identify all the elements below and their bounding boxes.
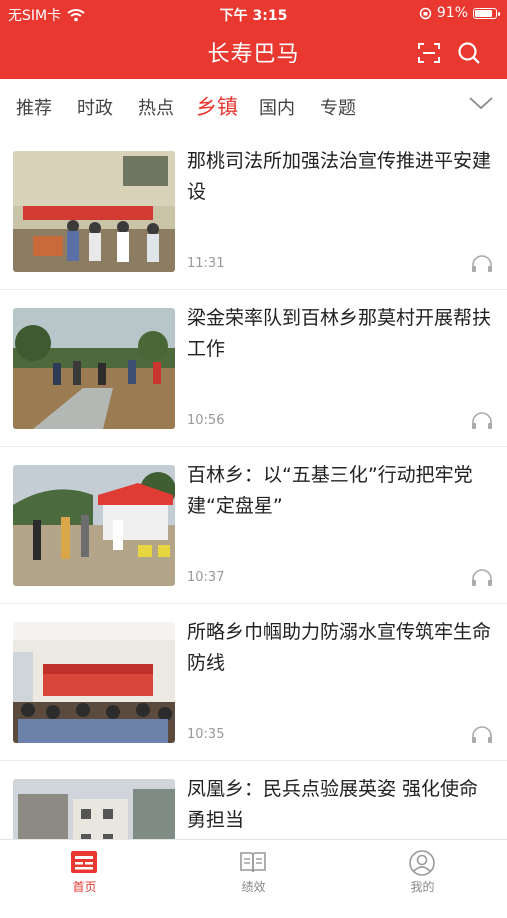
tab-domestic[interactable]: 国内 — [259, 94, 295, 120]
headphones-icon[interactable] — [470, 568, 494, 588]
chevron-down-icon[interactable] — [468, 95, 494, 111]
headphones-icon[interactable] — [470, 411, 494, 431]
headphones-icon[interactable] — [470, 725, 494, 745]
news-time: 11:31 — [187, 256, 225, 271]
news-thumbnail — [13, 465, 175, 586]
tab-politics[interactable]: 时政 — [77, 94, 113, 120]
news-thumbnail — [13, 622, 175, 743]
status-bar: 无SIM卡 下午 3:15 91% — [0, 0, 507, 28]
nav-home-label: 首页 — [72, 880, 97, 894]
news-item[interactable]: 百林乡：以“五基三化”行动把牢党建“定盘星” 10:37 — [0, 447, 507, 604]
tab-recommend[interactable]: 推荐 — [16, 94, 52, 120]
bottom-nav: 首页 绩效 我的 — [0, 839, 507, 900]
nav-home[interactable]: 首页 — [0, 840, 169, 901]
news-thumbnail — [13, 308, 175, 429]
tab-special[interactable]: 专题 — [320, 94, 356, 120]
news-time: 10:56 — [187, 413, 225, 428]
orientation-lock-icon — [419, 7, 432, 19]
news-title[interactable]: 所略乡巾帼助力防溺水宣传筑牢生命防线 — [187, 617, 493, 679]
book-icon — [240, 852, 266, 873]
headphones-icon[interactable] — [470, 254, 494, 274]
news-item[interactable]: 所略乡巾帼助力防溺水宣传筑牢生命防线 10:35 — [0, 604, 507, 761]
news-title[interactable]: 那桃司法所加强法治宣传推进平安建设 — [187, 146, 493, 208]
nav-performance-label: 绩效 — [241, 880, 266, 894]
scan-icon[interactable] — [416, 40, 442, 66]
app-header: 无SIM卡 下午 3:15 91% 长寿巴马 — [0, 0, 507, 79]
search-icon[interactable] — [456, 40, 482, 66]
news-title[interactable]: 凤凰乡：民兵点验展英姿 强化使命勇担当 — [187, 774, 493, 836]
nav-profile-label: 我的 — [410, 880, 435, 894]
news-item[interactable]: 那桃司法所加强法治宣传推进平安建设 11:31 — [0, 133, 507, 290]
battery-icon — [473, 7, 500, 19]
tab-hot[interactable]: 热点 — [138, 94, 174, 120]
news-title[interactable]: 百林乡：以“五基三化”行动把牢党建“定盘星” — [187, 460, 493, 522]
news-title[interactable]: 梁金荣率队到百林乡那莫村开展帮扶工作 — [187, 303, 493, 365]
nav-profile[interactable]: 我的 — [338, 840, 507, 901]
news-item[interactable]: 梁金荣率队到百林乡那莫村开展帮扶工作 10:56 — [0, 290, 507, 447]
battery-percent: 91% — [436, 5, 468, 21]
channel-tabs: 推荐 时政 热点 乡镇 国内 专题 — [0, 79, 507, 133]
news-time: 10:37 — [187, 570, 225, 585]
tab-township[interactable]: 乡镇 — [196, 91, 238, 121]
news-time: 10:35 — [187, 727, 225, 742]
home-icon — [71, 851, 97, 873]
news-thumbnail — [13, 151, 175, 272]
nav-performance[interactable]: 绩效 — [169, 840, 338, 901]
user-icon — [409, 850, 435, 876]
